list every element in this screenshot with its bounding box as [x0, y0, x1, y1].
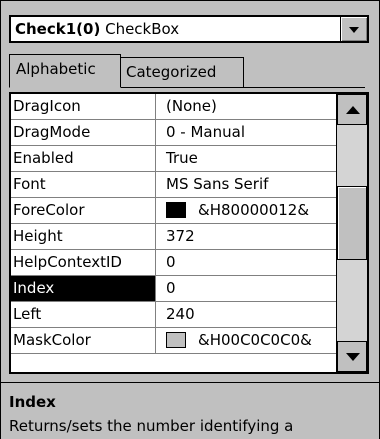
property-name[interactable]: MaskColor	[11, 328, 156, 353]
description-text: Returns/sets the number identifying a	[9, 417, 294, 435]
vertical-scrollbar[interactable]	[336, 94, 367, 372]
property-value[interactable]: 0 - Manual	[166, 120, 245, 145]
property-value-text: MS Sans Serif	[166, 175, 269, 193]
property-value-text: 0 - Manual	[166, 123, 245, 141]
color-swatch	[166, 202, 186, 218]
property-row[interactable]: Font MS Sans Serif	[11, 172, 339, 198]
property-value-text: (None)	[166, 97, 217, 115]
tab-alphabetic[interactable]: Alphabetic	[9, 54, 121, 88]
property-row[interactable]: HelpContextID 0	[11, 250, 339, 276]
property-value[interactable]: 372	[166, 224, 195, 249]
property-value[interactable]: &H80000012&	[166, 198, 309, 223]
scroll-up-button[interactable]	[337, 94, 367, 125]
property-name[interactable]: ForeColor	[11, 198, 156, 223]
object-type: CheckBox	[105, 20, 180, 38]
object-selector-label: Check1(0) CheckBox	[15, 20, 179, 38]
property-value[interactable]: 0	[166, 250, 176, 275]
property-value-text: 0	[166, 253, 176, 271]
property-row[interactable]: Enabled True	[11, 146, 339, 172]
color-swatch	[166, 332, 186, 348]
property-row[interactable]: DragMode 0 - Manual	[11, 120, 339, 146]
object-name: Check1(0)	[15, 20, 101, 38]
property-name[interactable]: Font	[11, 172, 156, 197]
properties-window: Check1(0) CheckBox Alphabetic Categorize…	[0, 0, 380, 439]
property-name[interactable]: Enabled	[11, 146, 156, 171]
property-row[interactable]: MaskColor &H00C0C0C0&	[11, 328, 339, 354]
property-row[interactable]: ForeColor &H80000012&	[11, 198, 339, 224]
property-value[interactable]: &H00C0C0C0&	[166, 328, 312, 353]
property-row[interactable]: Height 372	[11, 224, 339, 250]
property-value-text: 372	[166, 227, 195, 245]
property-value[interactable]: 240	[166, 302, 195, 327]
property-list: DragIcon (None) DragMode 0 - Manual Enabled T…	[11, 94, 339, 354]
tab-categorized[interactable]: Categorized	[119, 57, 244, 87]
description-pane: Index Returns/sets the number identifyin…	[1, 382, 379, 439]
property-grid: DragIcon (None) DragMode 0 - Manual Enabled T…	[9, 92, 369, 374]
property-row[interactable]: DragIcon (None)	[11, 94, 339, 120]
property-value-text: 0	[166, 279, 176, 297]
description-title: Index	[9, 393, 56, 411]
arrow-up-icon	[346, 106, 360, 114]
property-value[interactable]: MS Sans Serif	[166, 172, 268, 197]
property-name[interactable]: Index	[11, 276, 156, 301]
property-name[interactable]: HelpContextID	[11, 250, 156, 275]
object-selector-dropdown-button[interactable]	[340, 17, 367, 41]
property-name[interactable]: Left	[11, 302, 156, 327]
property-value-text: &H00C0C0C0&	[198, 331, 312, 349]
property-name[interactable]: DragMode	[11, 120, 156, 145]
property-row[interactable]: Left 240	[11, 302, 339, 328]
property-value-text: 240	[166, 305, 195, 323]
property-value[interactable]: True	[166, 146, 198, 171]
property-value[interactable]: 0	[166, 276, 176, 301]
property-name[interactable]: Height	[11, 224, 156, 249]
tab-categorized-label: Categorized	[126, 63, 217, 81]
scroll-thumb[interactable]	[337, 186, 367, 260]
scroll-down-button[interactable]	[337, 341, 367, 372]
property-value[interactable]: (None)	[166, 94, 217, 119]
arrow-down-icon	[346, 353, 360, 361]
property-value-text: &H80000012&	[198, 201, 310, 219]
object-selector[interactable]: Check1(0) CheckBox	[9, 15, 369, 43]
property-name[interactable]: DragIcon	[11, 94, 156, 119]
tab-alphabetic-label: Alphabetic	[16, 60, 96, 78]
chevron-down-icon	[349, 27, 359, 33]
property-row[interactable]: Index 0	[11, 276, 339, 302]
property-value-text: True	[166, 149, 198, 167]
